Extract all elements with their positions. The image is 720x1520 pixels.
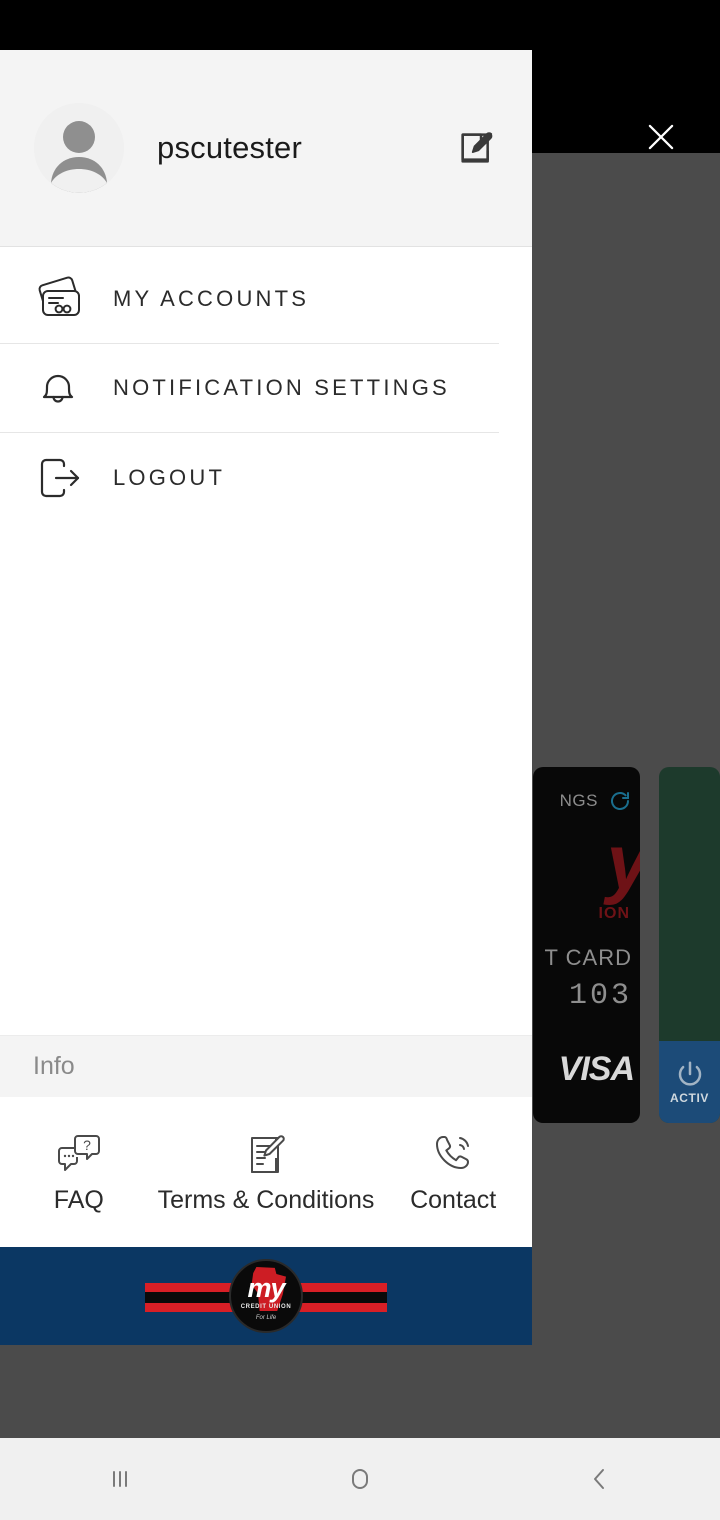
info-item-faq[interactable]: ? FAQ	[0, 1130, 158, 1215]
android-nav-bar	[0, 1438, 720, 1520]
visa-card-top-row: NGS	[560, 789, 632, 813]
drawer-menu-list: MY ACCOUNTS NOTIFICATION SETTINGS LOGOUT	[0, 247, 532, 522]
info-section-header: Info	[0, 1035, 532, 1097]
visa-card-number: 103	[568, 979, 632, 1013]
menu-item-label: LOGOUT	[113, 464, 226, 490]
avatar[interactable]	[34, 103, 124, 193]
menu-item-my-accounts[interactable]: MY ACCOUNTS	[0, 255, 499, 344]
logo-subtext: CREDIT UNION	[240, 1304, 292, 1310]
close-drawer-button[interactable]	[632, 108, 690, 166]
info-item-terms-conditions[interactable]: Terms & Conditions	[157, 1130, 375, 1215]
power-icon	[675, 1059, 705, 1089]
info-item-label: Terms & Conditions	[157, 1185, 375, 1214]
brand-footer: my CREDIT UNION For Life	[0, 1247, 532, 1345]
back-icon	[594, 1469, 604, 1489]
edit-profile-button[interactable]	[450, 122, 502, 174]
info-item-label: Contact	[410, 1185, 497, 1214]
drawer-profile-header[interactable]: pscutester	[0, 50, 532, 247]
close-icon	[648, 124, 674, 150]
visa-card-type: T CARD	[544, 945, 632, 970]
menu-item-label: NOTIFICATION SETTINGS	[113, 375, 450, 400]
menu-item-logout[interactable]: LOGOUT	[0, 433, 499, 522]
phone-screen: NGS y ION T CARD 103 VISA	[0, 0, 720, 1520]
nav-home-button[interactable]	[240, 1438, 480, 1520]
home-icon	[352, 1469, 368, 1489]
faq-speech-bubbles-icon: ?	[53, 1130, 105, 1178]
visa-savings-label: NGS	[559, 791, 598, 810]
info-item-label: FAQ	[53, 1185, 104, 1214]
logout-icon	[34, 456, 92, 500]
nav-recents-button[interactable]	[0, 1438, 240, 1520]
info-item-contact[interactable]: Contact	[374, 1130, 532, 1215]
navigation-drawer: pscutester MY ACCOUNTS NOTIFICATION SETT…	[0, 50, 532, 1345]
document-pencil-icon	[240, 1130, 292, 1178]
logo-text: my	[247, 1273, 285, 1303]
profile-username: pscutester	[157, 130, 303, 165]
activate-card-button[interactable]: ACTIV	[659, 1041, 720, 1123]
visa-card-brand-sub: ION	[598, 905, 630, 922]
avatar-person-icon	[34, 103, 124, 193]
info-section-title: Info	[33, 1052, 75, 1080]
activate-label: ACTIV	[670, 1091, 709, 1105]
credit-cards-icon	[34, 276, 92, 322]
refresh-icon[interactable]	[608, 789, 632, 813]
recents-icon	[113, 1471, 127, 1487]
visa-network-logo: VISA	[558, 1050, 635, 1088]
edit-icon	[461, 132, 493, 163]
background-green-card[interactable]: ACTIV	[659, 767, 720, 1123]
bell-icon	[34, 364, 92, 412]
logo-tagline: For Life	[255, 1315, 277, 1321]
info-section-grid: ? FAQ Terms & Conditions Contact	[0, 1097, 532, 1247]
menu-item-label: MY ACCOUNTS	[113, 286, 310, 311]
menu-item-notification-settings[interactable]: NOTIFICATION SETTINGS	[0, 344, 499, 433]
phone-icon	[427, 1130, 479, 1178]
nav-back-button[interactable]	[480, 1438, 720, 1520]
background-visa-card[interactable]: NGS y ION T CARD 103 VISA	[533, 767, 640, 1123]
visa-card-brand-logo: y	[607, 823, 640, 901]
credit-union-logo: my CREDIT UNION For Life	[229, 1259, 303, 1333]
drawer-spacer	[0, 522, 532, 1035]
svg-text:?: ?	[83, 1137, 91, 1153]
